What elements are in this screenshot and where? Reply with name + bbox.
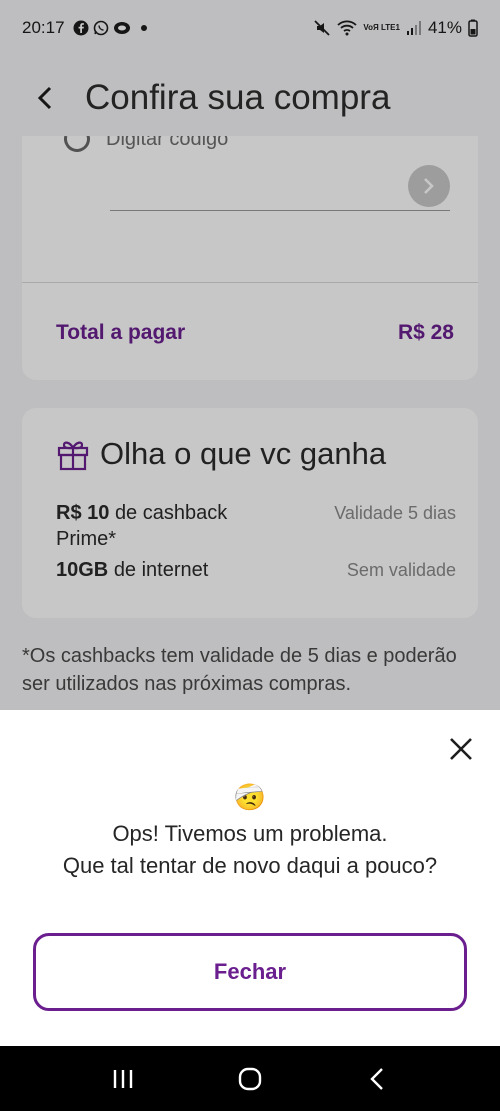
system-nav-bar — [0, 1046, 500, 1111]
error-emoji: 🤕 — [233, 782, 267, 812]
recent-apps-button[interactable] — [93, 1049, 153, 1109]
modal-overlay[interactable] — [0, 0, 500, 712]
home-button[interactable] — [220, 1049, 280, 1109]
home-icon — [238, 1067, 262, 1090]
error-message-line2: Que tal tentar de novo daqui a pouco? — [62, 853, 438, 878]
error-bottom-sheet: 🤕 Ops! Tivemos um problema. Que tal tent… — [0, 710, 500, 1046]
error-message: Ops! Tivemos um problema. Que tal tentar… — [0, 818, 500, 882]
fechar-button[interactable]: Fechar — [33, 933, 467, 1011]
back-icon — [369, 1067, 383, 1090]
recent-apps-icon — [114, 1069, 133, 1088]
system-back-button[interactable] — [347, 1049, 407, 1109]
close-button[interactable] — [446, 734, 476, 764]
close-icon — [450, 738, 472, 760]
error-message-line1: Ops! Tivemos um problema. — [112, 821, 388, 846]
